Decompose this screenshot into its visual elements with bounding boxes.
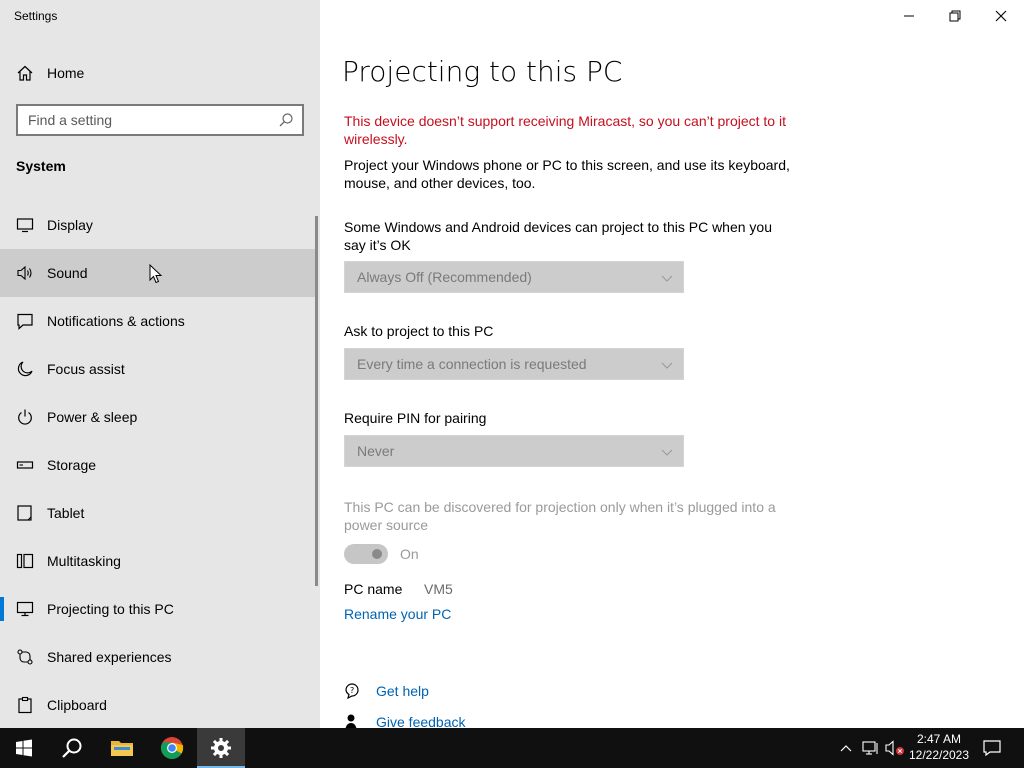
file-explorer-button[interactable] — [98, 728, 146, 768]
power-icon — [18, 409, 32, 425]
notification-icon — [983, 740, 1001, 756]
sidebar-item-label: Power & sleep — [47, 409, 138, 425]
close-button[interactable] — [978, 0, 1024, 32]
sidebar-item-label: Storage — [47, 457, 97, 473]
setting1-dropdown[interactable]: Always Off (Recommended) — [344, 261, 684, 293]
sidebar-item-label: Projecting to this PC — [47, 601, 174, 617]
network-icon — [862, 741, 878, 755]
search-icon — [62, 738, 82, 758]
clock-time: 2:47 AM — [916, 732, 962, 746]
sidebar-item-storage[interactable]: Storage — [0, 441, 320, 489]
chevron-down-icon — [661, 449, 673, 456]
setting2-dropdown[interactable]: Every time a connection is requested — [344, 348, 684, 380]
plugged-in-text: This PC can be discovered for projection… — [344, 499, 776, 533]
network-button[interactable] — [860, 728, 882, 768]
sidebar-item-label: Multitasking — [47, 553, 121, 569]
dropdown-value: Never — [357, 443, 395, 459]
mouse-pointer-icon — [149, 264, 163, 284]
settings-taskbar-button[interactable] — [197, 728, 245, 768]
sidebar-item-focus-assist[interactable]: Focus assist — [0, 345, 320, 393]
pc-name-label: PC name — [344, 581, 403, 597]
help-icon: ? — [345, 683, 359, 700]
folder-icon — [111, 741, 133, 756]
restore-icon — [949, 10, 961, 22]
app-title: Settings — [14, 9, 58, 23]
taskbar-search-button[interactable] — [48, 728, 96, 768]
setting3-label: Require PIN for pairing — [344, 410, 487, 426]
sidebar-item-multitasking[interactable]: Multitasking — [0, 537, 320, 585]
pc-name-value: VM5 — [424, 581, 453, 597]
section-title: System — [16, 158, 66, 174]
svg-text:?: ? — [350, 686, 354, 695]
sidebar-item-projecting[interactable]: Projecting to this PC — [0, 585, 320, 633]
moon-icon — [17, 361, 33, 377]
close-icon — [995, 10, 1007, 22]
gear-icon — [211, 738, 231, 758]
sidebar-item-tablet[interactable]: Tablet — [0, 489, 320, 537]
sidebar-home-label: Home — [47, 65, 85, 81]
storage-icon — [16, 461, 34, 469]
search-box[interactable] — [16, 104, 304, 136]
clipboard-icon — [18, 696, 32, 714]
sidebar-item-clipboard[interactable]: Clipboard — [0, 681, 320, 729]
chrome-icon — [161, 737, 184, 759]
volume-button[interactable] — [884, 728, 906, 768]
setting3-dropdown[interactable]: Never — [344, 435, 684, 467]
taskbar-clock[interactable]: 2:47 AM 12/22/2023 — [904, 731, 974, 763]
minimize-button[interactable] — [886, 0, 932, 32]
page-title: Projecting to this PC — [342, 55, 623, 88]
start-button[interactable] — [0, 728, 48, 768]
rename-pc-link[interactable]: Rename your PC — [344, 606, 451, 622]
multitasking-icon — [16, 553, 34, 569]
intro-text: Project your Windows phone or PC to this… — [344, 157, 790, 191]
sidebar-item-power-sleep[interactable]: Power & sleep — [0, 393, 320, 441]
project-icon — [16, 601, 34, 617]
search-input[interactable] — [18, 106, 274, 134]
sidebar-item-label: Focus assist — [47, 361, 125, 377]
toggle-state-label: On — [400, 546, 419, 562]
sidebar-item-shared-experiences[interactable]: Shared experiences — [0, 633, 320, 681]
sidebar-item-label: Notifications & actions — [47, 313, 185, 329]
toggle-knob — [372, 549, 382, 559]
speaker-icon — [17, 265, 32, 281]
sidebar-item-label: Display — [47, 217, 93, 233]
plugged-in-toggle[interactable] — [344, 544, 388, 564]
setting2-label: Ask to project to this PC — [344, 323, 494, 339]
show-hidden-icons-button[interactable] — [836, 728, 856, 768]
taskbar: 2:47 AM 12/22/2023 — [0, 728, 1024, 768]
sidebar-scrollbar[interactable] — [315, 216, 318, 586]
sidebar-item-label: Sound — [47, 265, 88, 281]
chevron-up-icon — [840, 745, 852, 752]
home-icon — [17, 65, 33, 81]
tablet-icon — [17, 505, 32, 521]
restore-button[interactable] — [932, 0, 978, 32]
main-content: Projecting to this PC This device doesn’… — [320, 0, 1024, 731]
sidebar-item-label: Tablet — [47, 505, 85, 521]
notification-icon — [17, 313, 33, 330]
dropdown-value: Every time a connection is requested — [357, 356, 587, 372]
chevron-down-icon — [661, 362, 673, 369]
sidebar-item-display[interactable]: Display — [0, 201, 320, 249]
minimize-icon — [904, 15, 914, 17]
sidebar-item-notifications[interactable]: Notifications & actions — [0, 297, 320, 345]
get-help-link[interactable]: Get help — [376, 683, 429, 699]
windows-logo-icon — [16, 739, 32, 757]
dropdown-value: Always Off (Recommended) — [357, 269, 532, 285]
selected-indicator — [0, 597, 4, 621]
action-center-button[interactable] — [976, 728, 1008, 768]
sidebar-item-label: Clipboard — [47, 697, 107, 713]
sidebar-home[interactable]: Home — [0, 57, 320, 89]
miracast-warning: This device doesn’t support receiving Mi… — [344, 113, 786, 147]
settings-window: Settings Home System Display Sound Notif… — [0, 0, 1024, 731]
volume-muted-icon — [885, 740, 904, 756]
chrome-button[interactable] — [148, 728, 196, 768]
chevron-down-icon — [661, 275, 673, 282]
sidebar: Settings Home System Display Sound Notif… — [0, 0, 320, 728]
sidebar-item-label: Shared experiences — [47, 649, 172, 665]
shared-icon — [17, 649, 33, 665]
search-icon[interactable] — [278, 112, 294, 128]
monitor-icon — [16, 218, 34, 233]
setting1-label: Some Windows and Android devices can pro… — [344, 219, 773, 253]
clock-date: 12/22/2023 — [908, 748, 970, 762]
